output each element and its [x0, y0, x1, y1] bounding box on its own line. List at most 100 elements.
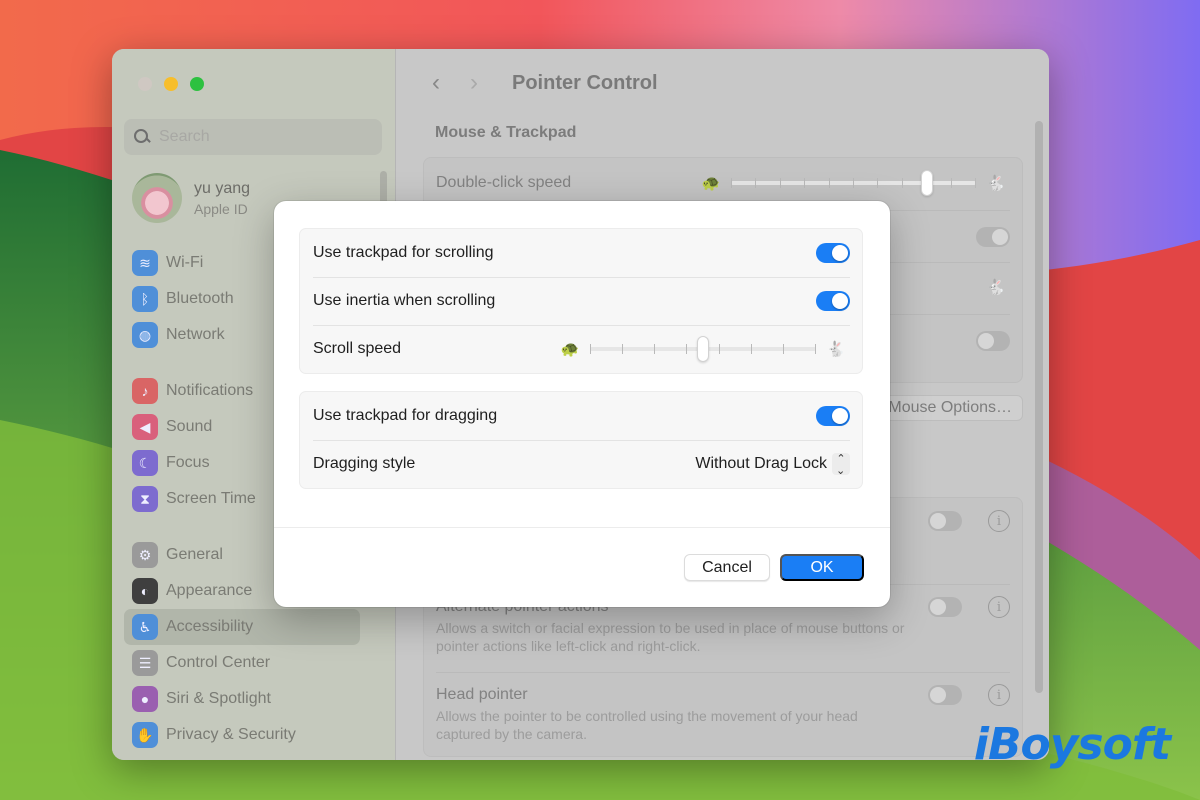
sidebar-item-label: Wi-Fi — [166, 254, 204, 271]
search-input[interactable] — [159, 128, 359, 146]
double-click-speed-slider[interactable] — [731, 170, 976, 196]
head-pointer-toggle[interactable] — [928, 685, 962, 705]
dialog-divider — [274, 527, 890, 528]
turtle-icon: 🐢 — [701, 175, 721, 192]
slider-thumb[interactable] — [697, 336, 709, 362]
speaker-icon: ◀ — [132, 414, 158, 440]
rabbit-icon: 🐇 — [986, 175, 1006, 192]
sidebar-item-label: Siri & Spotlight — [166, 690, 271, 707]
section-title: Mouse & Trackpad — [435, 124, 577, 141]
moon-icon: ☾ — [132, 450, 158, 476]
use-inertia-when-scrolling-toggle[interactable] — [816, 291, 850, 311]
cancel-button[interactable]: Cancel — [684, 554, 770, 581]
dragging-style-label: Dragging style — [313, 455, 416, 472]
sidebar-item-privacy-security[interactable]: ✋ Privacy & Security — [124, 717, 360, 753]
sidebar-item-label: Focus — [166, 454, 210, 471]
dragging-style-value: Without Drag Lock — [695, 455, 827, 472]
trackpad-options-dialog: Use trackpad for scrolling Use inertia wh… — [274, 201, 890, 607]
slider-tick — [755, 178, 757, 188]
accessibility-icon: ♿ — [132, 614, 158, 640]
page-title: Pointer Control — [512, 71, 658, 94]
appearance-icon: ◐ — [132, 578, 158, 604]
use-trackpad-for-scrolling-label: Use trackpad for scrolling — [313, 244, 494, 261]
bell-icon: ♪ — [132, 378, 158, 404]
slider-tick — [877, 178, 879, 188]
alternate-pointer-actions-toggle[interactable] — [928, 597, 962, 617]
sidebar-item-label: General — [166, 546, 223, 563]
sidebar-item-label: Notifications — [166, 382, 254, 399]
account-subtitle: Apple ID — [194, 200, 248, 217]
slider-tick — [815, 344, 816, 354]
forward-button[interactable]: › — [464, 69, 484, 97]
main-scrollbar[interactable] — [1035, 121, 1043, 693]
slider-tick — [654, 344, 656, 354]
use-trackpad-dragging-toggle[interactable] — [816, 406, 850, 426]
use-trackpad-for-scrolling-toggle[interactable] — [816, 243, 850, 263]
account-name: yu yang — [194, 179, 251, 197]
head-pointer-description: Allows the pointer to be controlled usin… — [436, 708, 858, 742]
dragging-style-row: Dragging style Without Drag Lock ⌃ ⌃ — [300, 440, 862, 488]
search-field[interactable] — [124, 119, 382, 155]
globe-icon: ◍ — [132, 322, 158, 348]
back-button[interactable]: ‹ — [426, 69, 446, 97]
rabbit-icon: 🐇 — [826, 341, 846, 358]
slider-tick — [804, 178, 806, 188]
background-toggle[interactable] — [928, 511, 962, 531]
close-button[interactable] — [138, 77, 152, 91]
slider-tick — [750, 344, 752, 354]
slider-tick — [901, 178, 903, 188]
slider-thumb[interactable] — [921, 170, 933, 196]
sidebar-item-label: Bluetooth — [166, 290, 234, 307]
gear-icon: ⚙ — [132, 542, 158, 568]
background-toggle[interactable] — [976, 227, 1010, 247]
ok-button[interactable]: OK — [780, 554, 864, 581]
sidebar-item-accessibility[interactable]: ♿ Accessibility — [124, 609, 360, 645]
scroll-speed-row: Scroll speed 🐢 🐇 — [300, 325, 862, 373]
info-icon[interactable]: i — [988, 684, 1010, 706]
search-icon — [134, 129, 150, 145]
hourglass-icon: ⧗ — [132, 486, 158, 512]
slider-tick — [828, 178, 830, 188]
slider-tick — [622, 344, 624, 354]
info-icon[interactable]: i — [988, 510, 1010, 532]
double-click-speed-label: Double-click speed — [436, 174, 572, 191]
sidebar-item-label: Sound — [166, 418, 213, 435]
wifi-icon: ≋ — [132, 250, 158, 276]
use-trackpad-dragging-label: Use trackpad for dragging — [313, 407, 498, 424]
dragging-group: Use trackpad for dragging Dragging style… — [299, 391, 863, 489]
sidebar-item-label: Network — [166, 326, 225, 343]
mouse-options-button[interactable]: Mouse Options… — [877, 395, 1023, 421]
bluetooth-icon: ᛒ — [132, 286, 158, 312]
slider-tick — [731, 178, 732, 188]
dragging-style-popup[interactable]: Without Drag Lock ⌃ ⌃ — [695, 453, 850, 475]
chevron-up-down-icon: ⌃ ⌃ — [832, 453, 850, 475]
window-controls — [138, 77, 204, 91]
sidebar-item-control-center[interactable]: ☰ Control Center — [124, 645, 360, 681]
rabbit-icon: 🐇 — [986, 279, 1006, 296]
turtle-icon: 🐢 — [560, 341, 580, 358]
slider-tick — [686, 344, 688, 354]
scrolling-group: Use trackpad for scrolling Use inertia wh… — [299, 228, 863, 374]
scroll-speed-label: Scroll speed — [313, 340, 402, 357]
toolbar: ‹ › Pointer Control — [426, 69, 658, 97]
control-center-icon: ☰ — [132, 650, 158, 676]
head-pointer-title: Head pointer — [436, 686, 528, 703]
scroll-speed-slider[interactable] — [590, 336, 816, 362]
use-inertia-when-scrolling-row: Use inertia when scrolling — [300, 277, 862, 325]
apple-id-account[interactable]: yu yang Apple ID — [132, 173, 250, 223]
background-toggle[interactable] — [976, 331, 1010, 351]
slider-tick — [853, 178, 854, 188]
minimize-button[interactable] — [164, 77, 178, 91]
slider-tick — [590, 344, 591, 354]
sidebar-item-label: Privacy & Security — [166, 726, 296, 743]
zoom-button[interactable] — [190, 77, 204, 91]
info-icon[interactable]: i — [988, 596, 1010, 618]
slider-tick — [782, 344, 784, 354]
hand-icon: ✋ — [132, 722, 158, 748]
use-inertia-when-scrolling-label: Use inertia when scrolling — [313, 292, 496, 309]
sidebar-item-label: Appearance — [166, 582, 253, 599]
iboysoft-watermark: iBoysoft — [973, 719, 1171, 770]
sidebar-item-siri-spotlight[interactable]: ● Siri & Spotlight — [124, 681, 360, 717]
sidebar-item-label: Screen Time — [166, 490, 256, 507]
slider-tick — [718, 344, 720, 354]
